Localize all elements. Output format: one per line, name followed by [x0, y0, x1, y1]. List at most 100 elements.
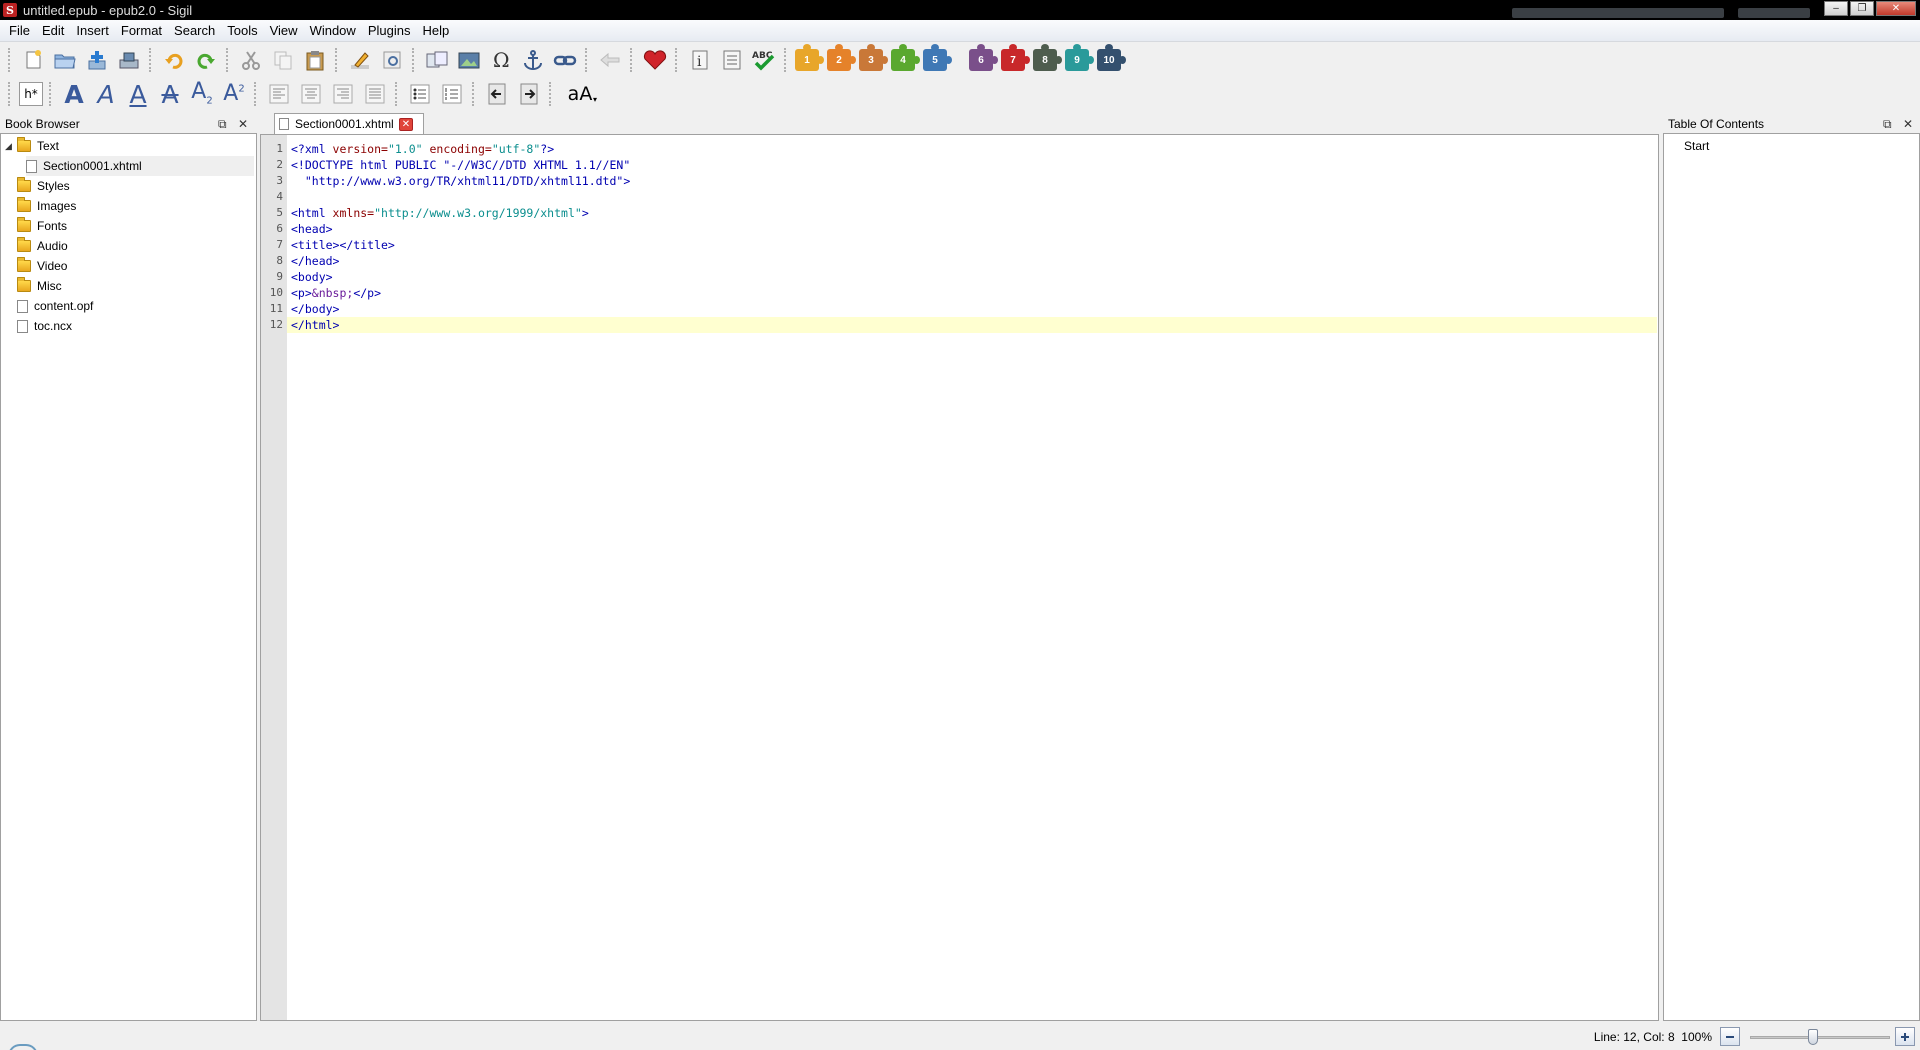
minimize-button[interactable]: –	[1824, 1, 1848, 16]
tree-file-toc-ncx[interactable]: toc.ncx	[17, 316, 72, 336]
plugin-9-button[interactable]: 9	[1065, 44, 1094, 71]
add-existing-button[interactable]	[83, 46, 111, 74]
menu-help[interactable]: Help	[416, 20, 455, 42]
menu-edit[interactable]: Edit	[36, 20, 70, 42]
undo-button[interactable]	[160, 46, 188, 74]
tree-folder-audio[interactable]: Audio	[17, 236, 68, 256]
plugin-7-button[interactable]: 7	[1001, 44, 1030, 71]
toolbar-grip[interactable]	[8, 48, 12, 72]
spellcheck-button[interactable]: ABC	[750, 46, 778, 74]
tree-folder-images[interactable]: Images	[17, 196, 76, 216]
tab-section0001[interactable]: Section0001.xhtml ✕	[274, 113, 424, 134]
zoom-in-button[interactable]	[1895, 1027, 1915, 1046]
justify-button[interactable]	[361, 80, 389, 108]
code-editor[interactable]: 1 2 3 4 5 6 7 8 9 10 11 12 <?xml version…	[260, 134, 1659, 1021]
plugin-2-button[interactable]: 2	[827, 44, 856, 71]
tree-file-content-opf[interactable]: content.opf	[17, 296, 93, 316]
align-right-button[interactable]	[329, 80, 357, 108]
preview-button[interactable]	[378, 46, 406, 74]
plugin-4-button[interactable]: 4	[891, 44, 920, 71]
open-file-button[interactable]	[51, 46, 79, 74]
toolbar-grip[interactable]	[472, 82, 476, 106]
restore-button[interactable]: ❐	[1850, 1, 1874, 16]
toolbar-grip[interactable]	[585, 48, 589, 72]
tree-folder-text[interactable]: ◢ Text	[5, 136, 59, 156]
tree-folder-fonts[interactable]: Fonts	[17, 216, 67, 236]
toolbar-grip[interactable]	[335, 48, 339, 72]
toolbar-grip[interactable]	[675, 48, 679, 72]
plugin-5-button[interactable]: 5	[923, 44, 952, 71]
menu-search[interactable]: Search	[168, 20, 221, 42]
redo-button[interactable]	[192, 46, 220, 74]
strikethrough-button[interactable]: A	[156, 80, 184, 108]
change-case-button[interactable]: aA ▾	[560, 80, 600, 108]
align-left-button[interactable]	[265, 80, 293, 108]
menu-file[interactable]: File	[3, 20, 36, 42]
superscript-button[interactable]: A2	[220, 80, 248, 108]
toolbar-grip[interactable]	[784, 48, 788, 72]
toolbar-grip[interactable]	[49, 82, 53, 106]
tree-folder-styles[interactable]: Styles	[17, 176, 70, 196]
zoom-slider-track[interactable]	[1750, 1036, 1890, 1039]
italic-button[interactable]: A	[92, 80, 120, 108]
zoom-out-button[interactable]	[1720, 1027, 1740, 1046]
insert-file-button[interactable]	[423, 46, 451, 74]
insert-anchor-button[interactable]	[519, 46, 547, 74]
toolbar-grip[interactable]	[395, 82, 399, 106]
bold-button[interactable]: A	[60, 80, 88, 108]
heading-style-button[interactable]: h*	[19, 82, 43, 106]
book-info-button[interactable]: i	[686, 46, 714, 74]
plugin-10-button[interactable]: 10	[1097, 44, 1126, 71]
save-button[interactable]	[115, 46, 143, 74]
menu-view[interactable]: View	[264, 20, 304, 42]
toolbar-grip[interactable]	[549, 82, 553, 106]
toolbar-grip[interactable]	[412, 48, 416, 72]
insert-link-button[interactable]	[551, 46, 579, 74]
copy-button[interactable]	[269, 46, 297, 74]
tree-folder-video[interactable]: Video	[17, 256, 67, 276]
plugin-8-button[interactable]: 8	[1033, 44, 1062, 71]
menu-insert[interactable]: Insert	[70, 20, 115, 42]
menu-window[interactable]: Window	[304, 20, 362, 42]
expand-arrow-icon[interactable]: ◢	[5, 141, 13, 152]
menu-plugins[interactable]: Plugins	[362, 20, 417, 42]
undo-icon	[165, 53, 183, 69]
align-center-button[interactable]	[297, 80, 325, 108]
close-tab-icon[interactable]: ✕	[399, 118, 413, 131]
menu-format[interactable]: Format	[115, 20, 168, 42]
new-file-button[interactable]	[19, 46, 47, 74]
tree-folder-misc[interactable]: Misc	[17, 276, 62, 296]
cut-button[interactable]	[237, 46, 265, 74]
subscript-button[interactable]: A2	[188, 80, 216, 108]
toolbar-grip[interactable]	[630, 48, 634, 72]
close-panel-icon[interactable]: ✕	[1903, 117, 1913, 131]
table-of-contents-button[interactable]	[718, 46, 746, 74]
increase-indent-button[interactable]	[515, 80, 543, 108]
plugin-3-button[interactable]: 3	[859, 44, 888, 71]
tree-file-section0001[interactable]: Section0001.xhtml	[26, 156, 254, 176]
back-button[interactable]	[596, 46, 624, 74]
insert-image-button[interactable]	[455, 46, 483, 74]
zoom-slider-thumb[interactable]	[1808, 1029, 1818, 1045]
bullet-list-button[interactable]	[406, 80, 434, 108]
underline-button[interactable]: A	[124, 80, 152, 108]
toc-item[interactable]: Start	[1684, 136, 1709, 156]
donate-button[interactable]	[641, 46, 669, 74]
toolbar-grip[interactable]	[254, 82, 258, 106]
toolbar-grip[interactable]	[8, 82, 12, 106]
image-icon	[458, 52, 480, 69]
decrease-indent-button[interactable]	[483, 80, 511, 108]
plugin-6-button[interactable]: 6	[969, 44, 998, 71]
close-window-button[interactable]: ✕	[1876, 1, 1916, 16]
insert-special-char-button[interactable]: Ω	[487, 46, 515, 74]
plugin-1-button[interactable]: 1	[795, 44, 824, 71]
float-panel-icon[interactable]: ⧉	[218, 117, 227, 132]
numbered-list-button[interactable]	[438, 80, 466, 108]
close-panel-icon[interactable]: ✕	[238, 117, 248, 131]
float-panel-icon[interactable]: ⧉	[1883, 117, 1892, 132]
paste-button[interactable]	[301, 46, 329, 74]
menu-tools[interactable]: Tools	[221, 20, 263, 42]
toolbar-grip[interactable]	[149, 48, 153, 72]
toolbar-grip[interactable]	[226, 48, 230, 72]
edit-pencil-button[interactable]	[346, 46, 374, 74]
